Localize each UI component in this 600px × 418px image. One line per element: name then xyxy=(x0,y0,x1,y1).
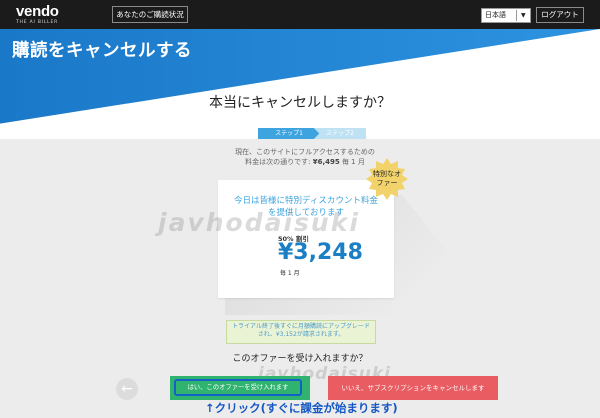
accept-offer-button[interactable]: はい、このオファーを受け入れます xyxy=(170,376,310,400)
top-bar: vendo THE AI BILLER あなたのご購読状況 日本語 ▼ ログアウ… xyxy=(0,0,600,29)
accept-offer-label: はい、このオファーを受け入れます xyxy=(174,379,302,396)
click-annotation: ↑クリック(すぐに課金が始まります) xyxy=(205,401,398,415)
current-price-line1: 現在、このサイトにフルアクセスするための xyxy=(235,148,375,156)
language-select[interactable]: 日本語 ▼ xyxy=(481,8,531,23)
logo-subtitle: THE AI BILLER xyxy=(16,20,59,25)
badge-text: 特別なオ ファー xyxy=(366,170,408,188)
step-1: ステップ1 xyxy=(258,128,320,139)
logo-text: vendo xyxy=(16,3,59,20)
current-price: ¥6,495 xyxy=(312,158,340,166)
offer-price: ¥3,248 xyxy=(278,240,363,265)
badge-line2: ファー xyxy=(376,179,398,187)
chevron-down-icon: ▼ xyxy=(521,12,526,19)
cancel-subscription-button[interactable]: いいえ、サブスクリプションをキャンセルします xyxy=(328,376,498,400)
logout-button[interactable]: ログアウト xyxy=(536,7,584,23)
trial-note: トライアル終了後すぐに月額購読にアップグレードされ、¥3,152が請求されます。 xyxy=(226,320,376,344)
arrow-left-icon: ← xyxy=(121,381,133,397)
subscription-status-button[interactable]: あなたのご購読状況 xyxy=(112,6,188,23)
offer-period: 毎 1 月 xyxy=(280,270,300,277)
language-value: 日本語 xyxy=(485,11,506,19)
back-button[interactable]: ← xyxy=(116,378,138,400)
special-offer-badge: 特別なオ ファー xyxy=(366,158,408,200)
step-2: ステップ2 xyxy=(314,128,366,139)
badge-line1: 特別なオ xyxy=(373,170,401,178)
select-divider xyxy=(516,10,517,21)
cancel-question: 本当にキャンセルしますか？ xyxy=(209,95,391,111)
watermark: javhodaisuki xyxy=(158,208,360,237)
page-title: 購読をキャンセルする xyxy=(12,41,192,61)
hero-section: 購読をキャンセルする xyxy=(0,29,600,139)
price-prefix: 料金は次の通りです: xyxy=(245,158,313,166)
accept-question: このオファーを受け入れますか？ xyxy=(232,354,368,364)
price-suffix: 毎 1 月 xyxy=(339,158,365,166)
vendo-logo[interactable]: vendo THE AI BILLER xyxy=(16,4,59,25)
